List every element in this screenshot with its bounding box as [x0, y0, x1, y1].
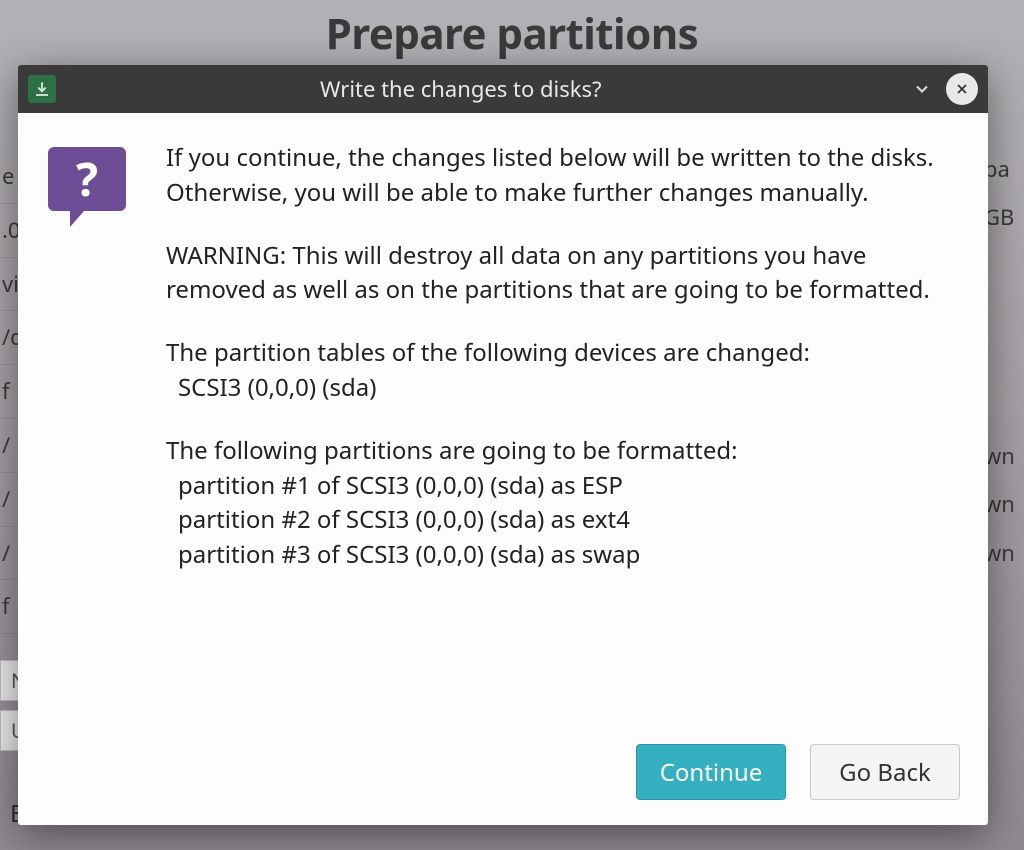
bg-fragment: wn: [984, 432, 1024, 480]
dialog-intro-text: If you continue, the changes listed belo…: [166, 141, 958, 211]
installer-app-icon: [28, 75, 56, 103]
dialog-title: Write the changes to disks?: [320, 74, 602, 104]
partition-entry: partition #1 of SCSI3 (0,0,0) (sda) as E…: [166, 469, 958, 504]
question-mark-glyph: ?: [76, 146, 98, 213]
devices-heading: The partition tables of the following de…: [166, 336, 958, 371]
dialog-footer: Continue Go Back: [18, 735, 988, 825]
partition-entry: partition #2 of SCSI3 (0,0,0) (sda) as e…: [166, 503, 958, 538]
devices-changed-block: The partition tables of the following de…: [166, 336, 958, 406]
bg-fragment: GB: [984, 193, 1024, 241]
bg-right-text-fragments: pa GB wn wn wn: [984, 145, 1024, 577]
bg-fragment: pa: [984, 145, 1024, 193]
question-icon: ?: [48, 147, 126, 211]
go-back-button[interactable]: Go Back: [810, 744, 960, 800]
dialog-titlebar[interactable]: Write the changes to disks?: [18, 65, 988, 113]
bg-fragment: wn: [984, 480, 1024, 528]
continue-button[interactable]: Continue: [636, 744, 786, 800]
partition-entry: partition #3 of SCSI3 (0,0,0) (sda) as s…: [166, 538, 958, 573]
page-title: Prepare partitions: [0, 5, 1024, 62]
bg-fragment: wn: [984, 529, 1024, 577]
partitions-formatted-block: The following partitions are going to be…: [166, 434, 958, 573]
device-entry: SCSI3 (0,0,0) (sda): [166, 371, 958, 406]
dialog-body: ? If you continue, the changes listed be…: [18, 113, 988, 735]
partitions-heading: The following partitions are going to be…: [166, 434, 958, 469]
minimize-button[interactable]: [906, 73, 938, 105]
dialog-icon-column: ?: [48, 141, 148, 735]
dialog-text-column: If you continue, the changes listed belo…: [148, 141, 958, 735]
dialog-warning-text: WARNING: This will destroy all data on a…: [166, 239, 958, 309]
write-changes-dialog: Write the changes to disks? ? If you con…: [18, 65, 988, 825]
close-button[interactable]: [946, 73, 978, 105]
